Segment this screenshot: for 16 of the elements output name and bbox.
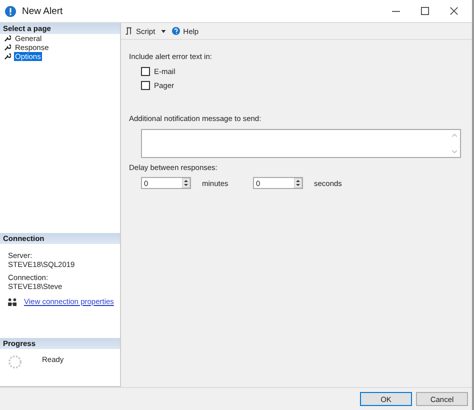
- spinner-icon: [8, 355, 22, 369]
- wrench-icon: [4, 53, 11, 60]
- spin-arrows-icon[interactable]: [182, 178, 190, 188]
- caret-icon: [161, 30, 166, 32]
- checkbox[interactable]: [141, 81, 150, 90]
- checkbox[interactable]: [141, 67, 150, 76]
- spin-arrows-icon[interactable]: [294, 178, 302, 188]
- help-icon: [172, 27, 180, 35]
- close-icon[interactable]: [450, 7, 458, 15]
- window-title: New Alert: [22, 6, 63, 16]
- script-icon: [125, 27, 133, 35]
- alert-icon: [5, 6, 16, 16]
- wrench-icon: [4, 35, 11, 42]
- wrench-icon: [4, 44, 11, 51]
- people-icon: [7, 298, 18, 306]
- maximize-icon[interactable]: [421, 7, 429, 15]
